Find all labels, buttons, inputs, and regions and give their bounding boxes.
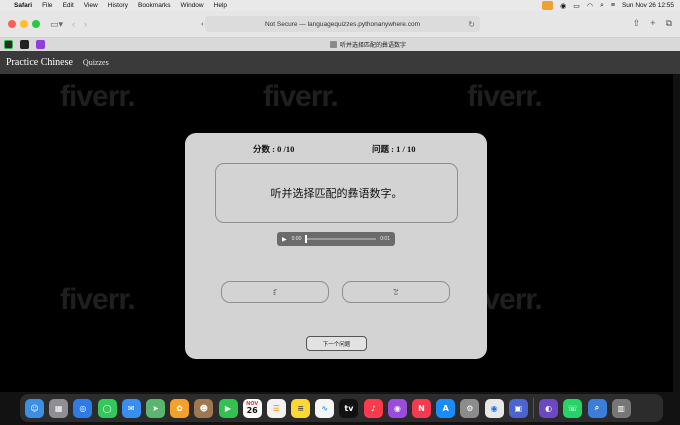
quiz-card: 分数 : 0 /10 问题 : 1 / 10 听并选择匹配的彝语数字。 ▶ 0:… — [185, 133, 487, 359]
answer-option-1[interactable]: ꆏ — [221, 281, 329, 303]
play-icon[interactable]: ▶ — [282, 236, 287, 243]
github-icon[interactable]: ◐ — [539, 398, 559, 418]
site-brand-link[interactable]: Practice Chinese — [6, 57, 73, 68]
maps-icon[interactable]: ➤ — [145, 398, 165, 418]
menu-history[interactable]: History — [108, 2, 128, 9]
facetime-icon[interactable]: ▶ — [218, 398, 238, 418]
site-navbar: Practice Chinese Quizzes — [0, 51, 680, 74]
control-center-icon[interactable]: ≡ — [611, 2, 615, 9]
photos-icon[interactable]: ✿ — [170, 398, 190, 418]
address-text: Not Secure — languagequizzes.pythonanywh… — [264, 20, 420, 28]
microphone-indicator-icon[interactable] — [542, 1, 554, 10]
answer-option-1-label: ꆏ — [272, 289, 278, 297]
search-icon[interactable]: ⌕ — [600, 2, 604, 10]
menu-help[interactable]: Help — [214, 2, 227, 9]
share-icon[interactable]: ⇧ — [633, 18, 641, 29]
wifi-icon[interactable]: ◠ — [587, 2, 593, 10]
nav-quizzes-link[interactable]: Quizzes — [83, 58, 109, 67]
chrome-icon[interactable]: ◉ — [484, 398, 504, 418]
screen-recording-icon[interactable]: ◉ — [560, 2, 566, 10]
question-prompt: 听并选择匹配的彝语数字。 — [270, 188, 403, 200]
score-label: 分数 : 0 /10 — [253, 144, 295, 154]
watermark-text: fiverr. — [60, 283, 136, 316]
finder-search-icon[interactable]: ⌕ — [587, 398, 607, 418]
minimize-window-button[interactable] — [20, 20, 28, 28]
podcasts-icon[interactable]: ◉ — [387, 398, 407, 418]
menu-date-time[interactable]: Sun Nov 26 12:55 — [622, 2, 674, 9]
pinned-tab-3-icon[interactable] — [36, 40, 45, 49]
contacts-icon[interactable]: ☻ — [194, 398, 214, 418]
menu-window[interactable]: Window — [181, 2, 204, 9]
mail-icon[interactable]: ✉ — [121, 398, 141, 418]
dock-separator — [532, 398, 534, 418]
finder-icon[interactable]: ☺ — [25, 398, 44, 418]
tab-favicon-icon — [330, 41, 337, 48]
watermark-text: fiverr. — [467, 80, 543, 113]
audio-duration: 0:01 — [380, 236, 390, 242]
notes-icon[interactable]: ≡ — [291, 398, 311, 418]
pinned-tab-2-icon[interactable] — [20, 40, 29, 49]
menu-bar: Safari File Edit View History Bookmarks … — [0, 0, 680, 11]
music-icon[interactable]: ♪ — [363, 398, 383, 418]
address-bar[interactable]: ◐ Not Secure — languagequizzes.pythonany… — [201, 16, 480, 32]
watermark-text: fiverr. — [263, 80, 339, 113]
privacy-shield-icon[interactable]: ◐ — [201, 21, 205, 28]
menu-view[interactable]: View — [84, 2, 98, 9]
tab-bar: 听并选择匹配的彝语数字 — [0, 38, 680, 51]
close-window-button[interactable] — [8, 20, 16, 28]
reminders-icon[interactable]: ☰ — [266, 398, 286, 418]
messages-icon[interactable]: ◯ — [97, 398, 117, 418]
pinned-tab-1-icon[interactable] — [4, 40, 13, 49]
menu-app-name[interactable]: Safari — [14, 2, 32, 9]
launchpad-icon[interactable]: ▦ — [49, 398, 69, 418]
watermark-text: fiverr. — [60, 80, 136, 113]
page-content: fiverr. fiverr. fiverr. fiverr. fiverr. … — [0, 74, 673, 392]
back-arrow-icon[interactable]: ‹ — [72, 19, 75, 29]
menu-file[interactable]: File — [42, 2, 52, 9]
question-counter: 问题 : 1 / 10 — [372, 144, 416, 154]
page-scrollbar[interactable] — [673, 74, 680, 392]
forward-arrow-icon[interactable]: › — [84, 19, 87, 29]
answer-option-2[interactable]: ꇖ — [342, 281, 450, 303]
sidebar-toggle-icon[interactable]: ▭▾ — [50, 19, 63, 30]
audio-seek-bar[interactable] — [305, 235, 377, 243]
safari-icon[interactable]: ◎ — [73, 398, 93, 418]
browser-toolbar: ▭▾ ‹ › ◐ Not Secure — languagequizzes.py… — [0, 11, 680, 38]
menu-bookmarks[interactable]: Bookmarks — [138, 2, 171, 9]
appstore-icon[interactable]: A — [436, 398, 456, 418]
menu-edit[interactable]: Edit — [63, 2, 74, 9]
appletv-icon[interactable]: tv — [339, 398, 359, 418]
preview-icon[interactable]: ▣ — [508, 398, 528, 418]
zoom-window-button[interactable] — [32, 20, 40, 28]
whatsapp-icon[interactable]: ☏ — [563, 398, 583, 418]
calendar-icon[interactable]: NOV 26 — [242, 398, 262, 418]
window-controls — [8, 20, 40, 28]
reload-icon[interactable]: ↻ — [468, 20, 475, 29]
new-tab-icon[interactable]: + — [650, 18, 655, 29]
active-tab[interactable]: 听并选择匹配的彝语数字 — [330, 40, 406, 49]
seek-thumb[interactable] — [305, 235, 308, 243]
news-icon[interactable]: N — [412, 398, 431, 418]
audio-player: ▶ 0:00 0:01 — [277, 232, 395, 246]
battery-icon[interactable]: ▭ — [573, 2, 580, 10]
freeform-icon[interactable]: ∿ — [315, 398, 335, 418]
settings-icon[interactable]: ⚙ — [460, 398, 480, 418]
tab-title: 听并选择匹配的彝语数字 — [340, 43, 407, 49]
answer-option-2-label: ꇖ — [393, 289, 399, 297]
dock: ☺ ▦ ◎ ◯ ✉ ➤ ✿ ☻ ▶ NOV 26 ☰ ≡ ∿ tv ♪ ◉ N … — [20, 394, 663, 422]
audio-current-time: 0:00 — [291, 236, 302, 242]
tab-overview-icon[interactable]: ⧉ — [666, 18, 672, 29]
trash-icon[interactable]: ▥ — [611, 398, 631, 418]
next-question-button[interactable]: 下一个问题 — [306, 336, 367, 351]
calendar-day: 26 — [246, 405, 258, 415]
question-prompt-box: 听并选择匹配的彝语数字。 — [215, 163, 458, 223]
